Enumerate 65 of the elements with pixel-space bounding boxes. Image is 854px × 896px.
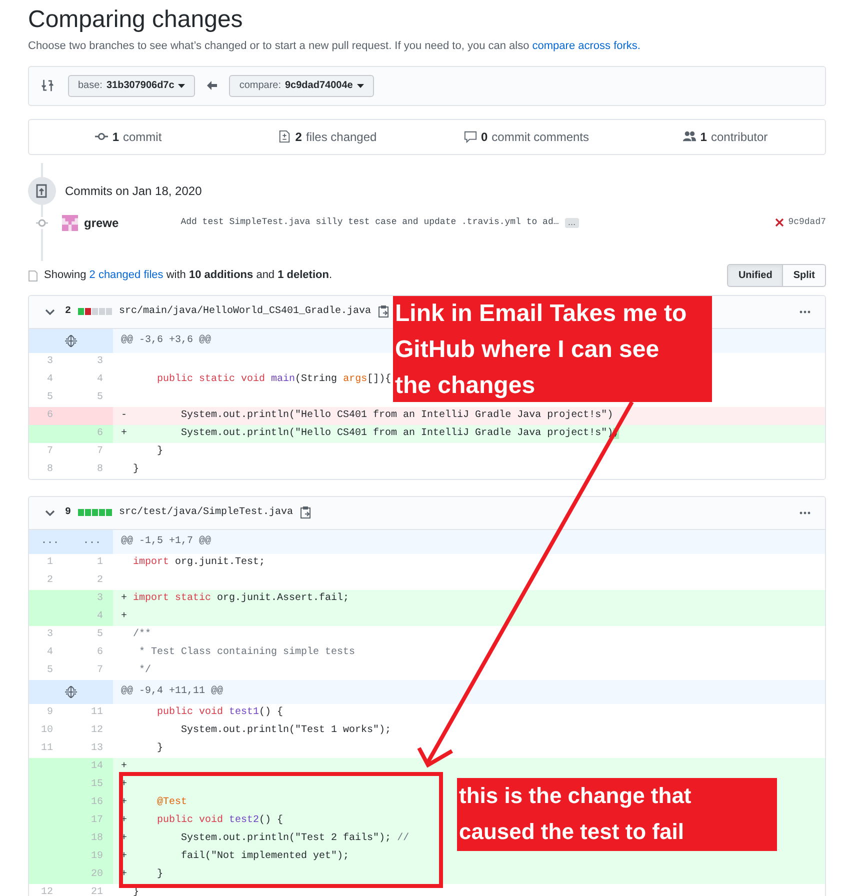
line-number-cell: 19: [71, 848, 113, 866]
people-icon: [683, 130, 696, 143]
comment-icon: [464, 130, 477, 143]
author-link[interactable]: grewe: [84, 214, 119, 232]
stat-link[interactable]: 0 commit comments: [427, 120, 626, 154]
changed-files-link[interactable]: 2 changed files: [89, 269, 164, 282]
clipboard-icon[interactable]: [378, 305, 390, 318]
page-title: Comparing changes: [28, 5, 244, 35]
caret-icon: [356, 84, 364, 88]
line-number-cell: 14: [71, 758, 113, 776]
line-number-cell: 18: [71, 830, 113, 848]
line-number-cell: 21: [71, 884, 113, 896]
hunk-header: @@ -1,5 +1,7 @@: [113, 530, 825, 554]
commit-sha-link[interactable]: 9c9dad7: [788, 216, 826, 230]
line-number-cell: [71, 406, 113, 424]
expand-message-button[interactable]: …: [564, 218, 579, 228]
file-diff-icon: [278, 130, 292, 143]
view-toggle-button[interactable]: Split: [783, 264, 826, 287]
page-description: Choose two branches to see what’s changed or to start a new pull request. If you need to, you can also compare across forks.: [28, 39, 642, 54]
file-path: src/main/java/HelloWorld_CS401_Gradle.java: [119, 304, 372, 319]
code-cell: - System.out.println("Hello CS401 from an IntelliJ Gradle Java project!s"): [113, 406, 825, 424]
arrow-left-icon: [207, 81, 218, 90]
line-number-cell: 15: [71, 776, 113, 794]
line-number-cell: 3: [71, 590, 113, 608]
callout-label: this is the change that caused the test to fail: [457, 778, 777, 851]
line-number-cell: 6: [71, 424, 113, 442]
callout-label: Link in Email Takes me to GitHub where I can see the changes: [393, 296, 712, 402]
line-number-cell: 16: [71, 794, 113, 812]
expand-dots[interactable]: ...: [71, 530, 113, 554]
failed-status-icon[interactable]: [775, 218, 784, 227]
compare-branch-dropdown[interactable]: compare: 9c9dad74004e: [229, 74, 374, 96]
commit-date-heading: Commits on Jan 18, 2020: [65, 182, 202, 200]
chevron-down-icon[interactable]: [45, 308, 55, 316]
line-number-cell: 4: [71, 608, 113, 626]
line-number-cell: 17: [71, 812, 113, 830]
caret-icon: [178, 84, 186, 88]
expand-icon[interactable]: [64, 686, 78, 698]
stat-link[interactable]: 1 contributor: [626, 120, 825, 154]
commit-dot-icon: [36, 216, 48, 228]
avatar: [62, 214, 78, 230]
commit-message[interactable]: Add test SimpleTest.java silly test case and update .travis.yml to ad…: [180, 216, 559, 230]
commit-icon: [95, 130, 108, 143]
more-icon[interactable]: [799, 310, 811, 314]
stat-link[interactable]: 2 files changed: [228, 120, 427, 154]
chevron-down-icon[interactable]: [45, 508, 55, 516]
stat-link[interactable]: 1 commit: [29, 120, 228, 154]
base-branch-dropdown[interactable]: base: 31b307906d7c: [68, 74, 196, 96]
change-count: 2: [65, 305, 72, 319]
code-cell: +: [113, 608, 825, 626]
file-path: src/test/java/SimpleTest.java: [119, 506, 294, 520]
hunk-header: @@ -9,4 +11,11 @@: [113, 680, 825, 704]
more-icon[interactable]: [799, 510, 811, 514]
change-count: 9: [65, 506, 72, 520]
line-number-cell: 20: [71, 866, 113, 884]
line-number-cell: 12: [29, 884, 71, 896]
compare-arrows-icon: [41, 79, 54, 92]
view-toggle-button[interactable]: Unified: [727, 264, 784, 287]
clipboard-icon[interactable]: [300, 506, 312, 519]
expand-dots[interactable]: ...: [29, 530, 71, 554]
diff-summary: Showing 2 changed files with 10 additions and 1 deletion.: [44, 268, 332, 284]
expand-icon[interactable]: [64, 334, 78, 346]
forks-link[interactable]: compare across forks.: [532, 40, 640, 52]
line-number-cell: 6: [29, 406, 71, 424]
file-diff-icon: [28, 270, 38, 282]
code-cell: + import static org.junit.Assert.fail;: [113, 590, 825, 608]
